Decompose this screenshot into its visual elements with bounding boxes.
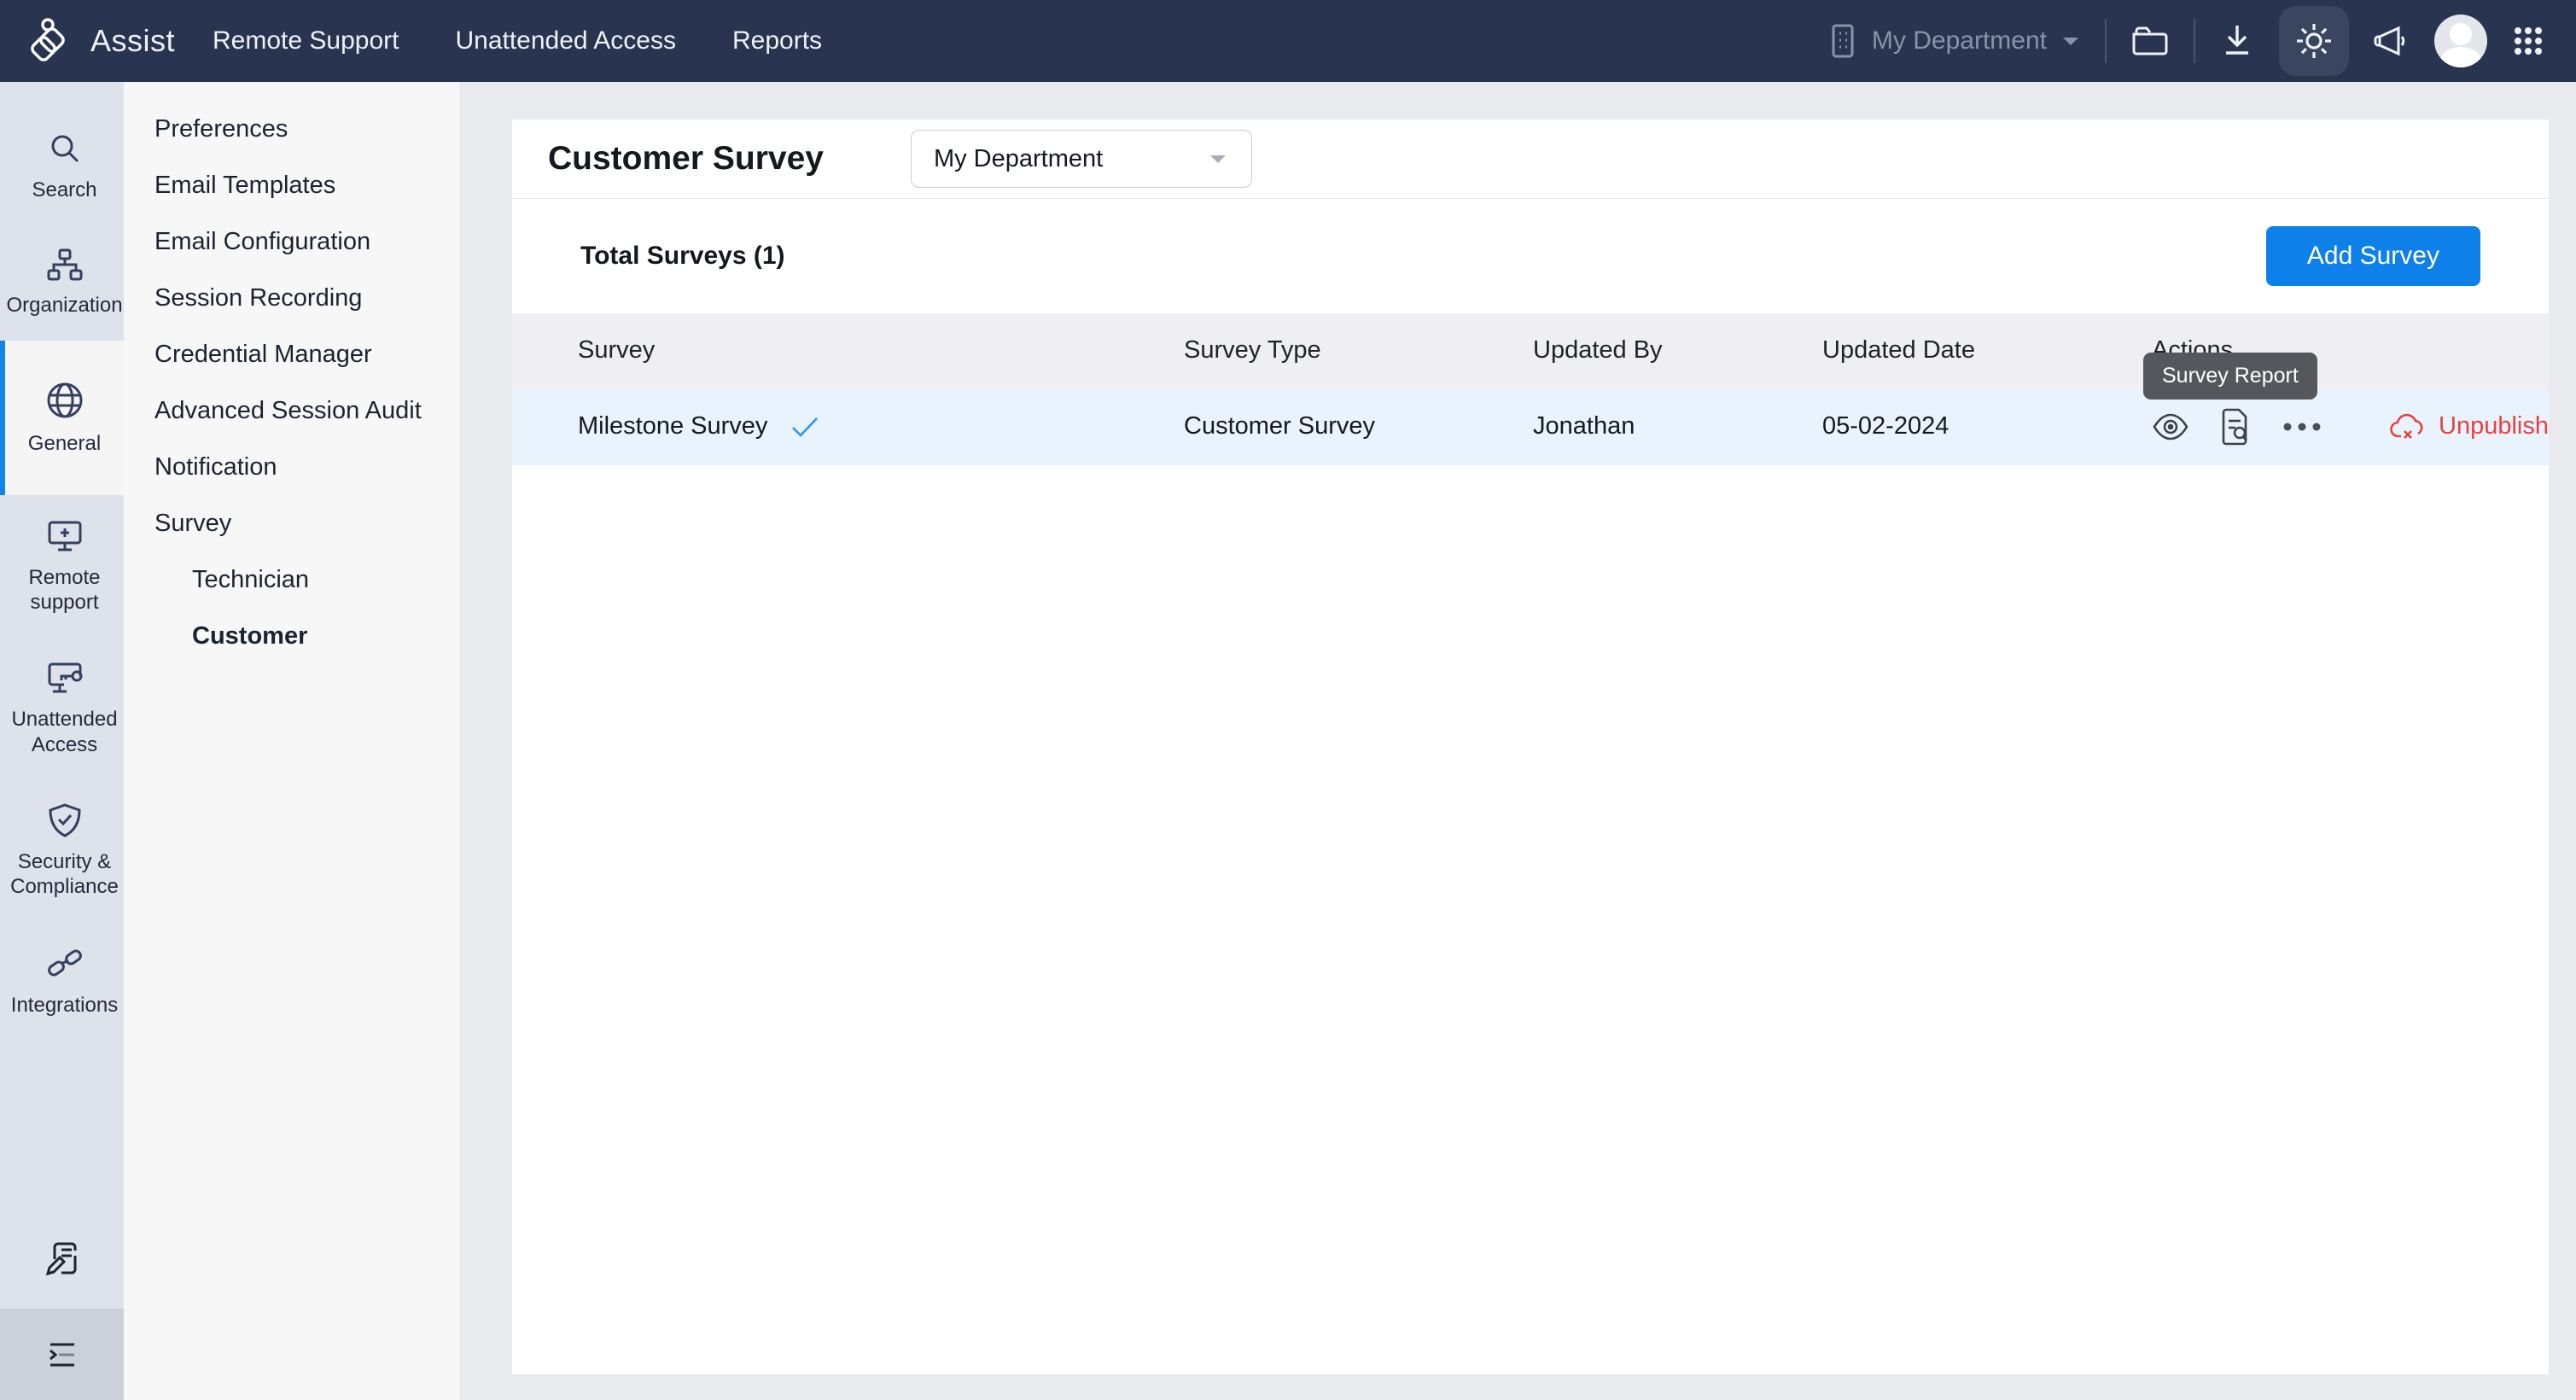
chevron-down-icon [1207, 151, 1229, 166]
globe-icon [44, 380, 85, 421]
department-picker[interactable]: My Department [1827, 22, 2081, 60]
announcements-icon[interactable] [2373, 22, 2410, 60]
apps-grid-icon[interactable] [2511, 24, 2545, 58]
sidebar-item-label: General [28, 431, 101, 456]
menu-item-email-templates[interactable]: Email Templates [124, 157, 460, 213]
sidebar-item-organization[interactable]: Organization [0, 225, 124, 340]
top-navbar: Assist Remote Support Unattended Access … [0, 0, 2576, 82]
divider [2194, 19, 2195, 63]
card-toolbar: Total Surveys (1) Add Survey [512, 199, 2549, 313]
sidebar-item-integrations[interactable]: Integrations [0, 921, 124, 1040]
survey-type: Customer Survey [1184, 412, 1533, 440]
updated-by: Jonathan [1533, 412, 1822, 440]
department-select-value: My Department [934, 145, 1103, 173]
total-surveys-label: Total Surveys (1) [580, 242, 785, 271]
shield-check-icon [45, 802, 85, 839]
brand-title: Assist [90, 23, 175, 59]
divider [2105, 19, 2107, 63]
menu-item-session-recording[interactable]: Session Recording [124, 270, 460, 326]
menu-item-customer[interactable]: Customer [124, 608, 460, 664]
sidebar-item-label: Remote support [9, 565, 120, 615]
settings-gear-button[interactable] [2279, 6, 2349, 76]
building-icon [1827, 22, 1858, 60]
sidebar-item-security-compliance[interactable]: Security & Compliance [0, 779, 124, 922]
sidebar-item-label: Security & Compliance [9, 849, 120, 900]
survey-report-icon[interactable] [2218, 408, 2251, 446]
assist-logo-icon [26, 17, 73, 65]
sidebar-collapse-toggle[interactable] [0, 1309, 124, 1400]
column-header-updated-by: Updated By [1533, 336, 1822, 365]
menu-item-email-configuration[interactable]: Email Configuration [124, 213, 460, 270]
card-header: Customer Survey My Department [512, 120, 2549, 199]
search-icon [46, 130, 84, 167]
survey-report-tooltip: Survey Report [2143, 353, 2317, 400]
sidebar-item-unattended-access[interactable]: Unattended Access [0, 637, 124, 779]
topnav-right: My Department [1827, 6, 2576, 76]
menu-item-survey[interactable]: Survey [124, 495, 460, 551]
menu-item-technician[interactable]: Technician [124, 551, 460, 608]
column-header-survey-type: Survey Type [1184, 336, 1533, 365]
user-avatar[interactable] [2434, 15, 2487, 67]
topnav-items: Remote Support Unattended Access Reports [213, 26, 822, 55]
nav-reports[interactable]: Reports [732, 26, 822, 55]
brand[interactable]: Assist [0, 17, 213, 65]
menu-item-credential-manager[interactable]: Credential Manager [124, 326, 460, 382]
customer-survey-card: Customer Survey My Department Total Surv… [512, 120, 2549, 1374]
sidebar-item-label: Integrations [11, 993, 118, 1018]
menu-item-advanced-session-audit[interactable]: Advanced Session Audit [124, 382, 460, 439]
monitor-plus-icon [44, 517, 85, 555]
monitor-key-icon [44, 659, 85, 697]
settings-submenu: Preferences Email Templates Email Config… [124, 82, 461, 1400]
sidebar-item-search[interactable]: Search [0, 108, 124, 225]
sidebar-item-general[interactable]: General [0, 341, 124, 495]
more-actions-icon[interactable] [2280, 421, 2324, 433]
nav-remote-support[interactable]: Remote Support [213, 26, 399, 55]
published-check-icon [790, 414, 820, 440]
sidebar-item-label: Organization [6, 293, 122, 318]
survey-name: Milestone Survey [578, 412, 767, 440]
unpublish-label: Unpublish [2439, 412, 2549, 440]
unpublish-button[interactable]: Unpublish [2389, 411, 2549, 443]
main-content: Customer Survey My Department Total Surv… [461, 82, 2576, 1400]
icon-sidebar: Search Organization General [0, 82, 124, 1400]
nav-unattended-access[interactable]: Unattended Access [455, 26, 676, 55]
chevron-down-icon [2060, 34, 2081, 48]
page-title: Customer Survey [548, 140, 824, 178]
cloud-x-icon [2389, 411, 2427, 443]
updated-date: 05-02-2024 [1822, 412, 2152, 440]
preview-eye-icon[interactable] [2152, 413, 2189, 440]
menu-item-notification[interactable]: Notification [124, 439, 460, 495]
department-label: My Department [1872, 26, 2047, 55]
sidebar-item-label: Unattended Access [9, 707, 120, 757]
menu-item-preferences[interactable]: Preferences [124, 101, 460, 157]
column-header-updated-date: Updated Date [1822, 336, 2152, 365]
department-select[interactable]: My Department [911, 130, 1252, 188]
column-header-survey: Survey [578, 336, 1184, 365]
link-icon [45, 943, 85, 983]
sidebar-item-label: Search [32, 178, 96, 202]
org-chart-icon [45, 247, 85, 283]
sidebar-item-remote-support[interactable]: Remote support [0, 495, 124, 638]
add-survey-button[interactable]: Add Survey [2266, 226, 2480, 286]
feedback-icon[interactable] [0, 1218, 124, 1309]
folder-icon[interactable] [2130, 24, 2170, 58]
download-icon[interactable] [2219, 22, 2255, 60]
